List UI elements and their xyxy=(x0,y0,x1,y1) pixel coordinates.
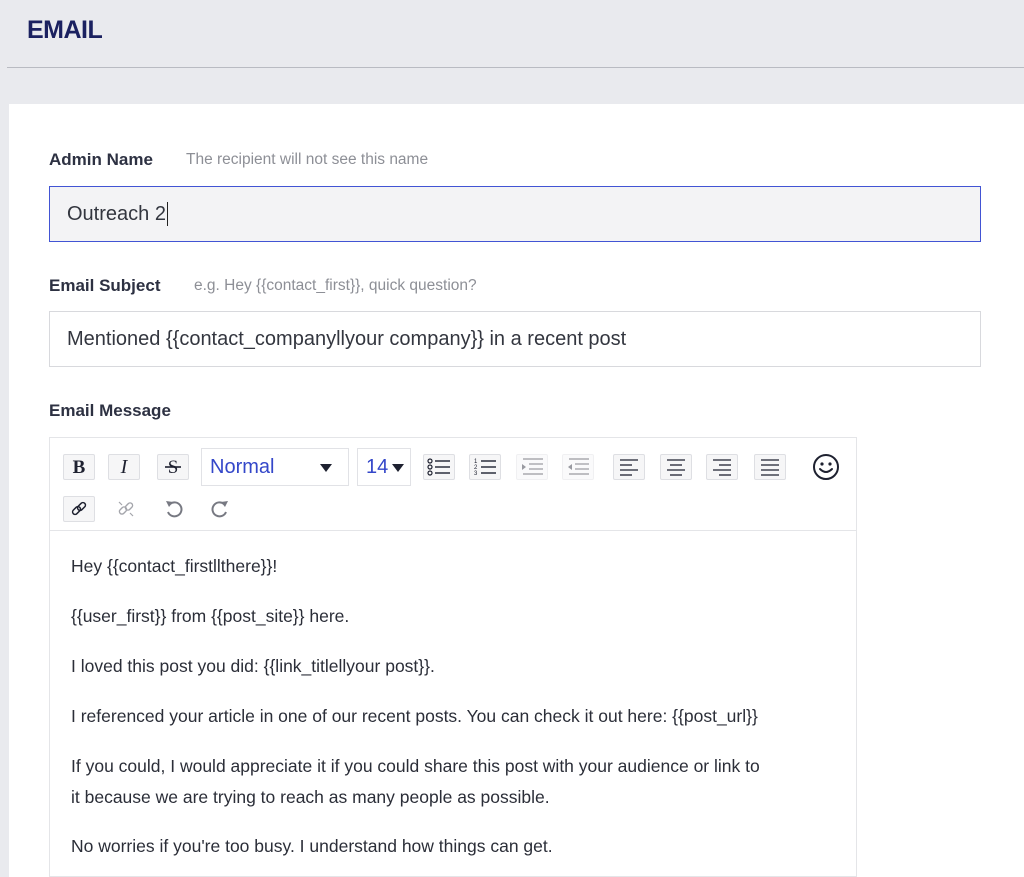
smiley-icon xyxy=(813,454,839,480)
chevron-down-icon xyxy=(392,464,404,472)
email-subject-label: Email Subject xyxy=(49,276,161,295)
svg-text:I: I xyxy=(120,458,129,476)
block-style-value: Normal xyxy=(210,455,275,478)
message-paragraph: If you could, I would appreciate it if y… xyxy=(71,756,760,776)
numbered-list-icon: 1 2 3 xyxy=(474,459,496,477)
svg-text:3: 3 xyxy=(474,471,478,477)
email-subject-value: Mentioned {{contact_companyllyour compan… xyxy=(67,327,627,350)
align-right-button[interactable] xyxy=(706,454,738,480)
remove-link-button[interactable] xyxy=(110,496,142,522)
insert-link-button[interactable] xyxy=(63,496,95,522)
message-paragraph: I loved this post you did: {{link_titlel… xyxy=(71,656,435,676)
ordered-list-button[interactable]: 1 2 3 xyxy=(469,454,501,480)
align-center-icon xyxy=(667,459,685,476)
link-icon xyxy=(71,501,87,516)
align-left-button[interactable] xyxy=(613,454,645,480)
outdent-button[interactable] xyxy=(562,454,594,480)
strikethrough-button[interactable]: S xyxy=(157,454,189,480)
indent-button[interactable] xyxy=(516,454,548,480)
admin-name-hint: The recipient will not see this name xyxy=(186,151,429,168)
message-paragraph: Hey {{contact_firstllthere}}! xyxy=(71,556,278,576)
chevron-down-icon xyxy=(320,464,332,472)
bold-icon: B xyxy=(73,458,86,476)
message-paragraph: No worries if you're too busy. I underst… xyxy=(71,836,553,856)
svg-text:B: B xyxy=(73,458,86,476)
email-message-label: Email Message xyxy=(49,401,171,420)
font-size-select[interactable]: 14 xyxy=(357,448,411,486)
emoji-button[interactable] xyxy=(810,452,842,482)
message-paragraph: I referenced your article in one of our … xyxy=(71,706,758,726)
admin-name-label: Admin Name xyxy=(49,150,153,169)
align-justify-icon xyxy=(761,459,779,476)
indent-icon xyxy=(522,458,543,475)
text-caret xyxy=(166,202,169,226)
outdent-icon xyxy=(568,458,589,475)
editor-toolbar: B I S Normal 14 1 2 3 xyxy=(50,438,856,531)
align-right-icon xyxy=(713,459,731,476)
redo-button[interactable] xyxy=(204,496,236,522)
align-justify-button[interactable] xyxy=(754,454,786,480)
page-title: EMAIL xyxy=(27,16,103,44)
bullet-list-icon xyxy=(427,458,450,476)
align-left-icon xyxy=(620,459,638,476)
italic-icon: I xyxy=(120,458,129,476)
undo-icon xyxy=(166,501,183,518)
strikethrough-icon: S xyxy=(165,458,181,476)
header-divider xyxy=(7,67,1024,68)
unordered-list-button[interactable] xyxy=(423,454,455,480)
email-subject-input[interactable]: Mentioned {{contact_companyllyour compan… xyxy=(49,311,981,367)
italic-button[interactable]: I xyxy=(108,454,140,480)
message-paragraph: it because we are trying to reach as man… xyxy=(71,787,550,807)
page-header: EMAIL xyxy=(0,0,1024,68)
unlink-icon xyxy=(118,501,134,517)
admin-name-value: Outreach 2 xyxy=(67,202,166,225)
bold-button[interactable]: B xyxy=(63,454,95,480)
email-message-editor: B I S Normal 14 1 2 3 Hey {{contact_firs… xyxy=(49,437,857,877)
font-size-value: 14 xyxy=(366,455,389,478)
message-paragraph: {{user_first}} from {{post_site}} here. xyxy=(71,606,350,626)
email-subject-hint: e.g. Hey {{contact_first}}, quick questi… xyxy=(194,277,477,294)
admin-name-input[interactable]: Outreach 2 xyxy=(49,186,981,242)
block-style-select[interactable]: Normal xyxy=(201,448,349,486)
redo-icon xyxy=(211,501,228,518)
undo-button[interactable] xyxy=(158,496,190,522)
align-center-button[interactable] xyxy=(660,454,692,480)
